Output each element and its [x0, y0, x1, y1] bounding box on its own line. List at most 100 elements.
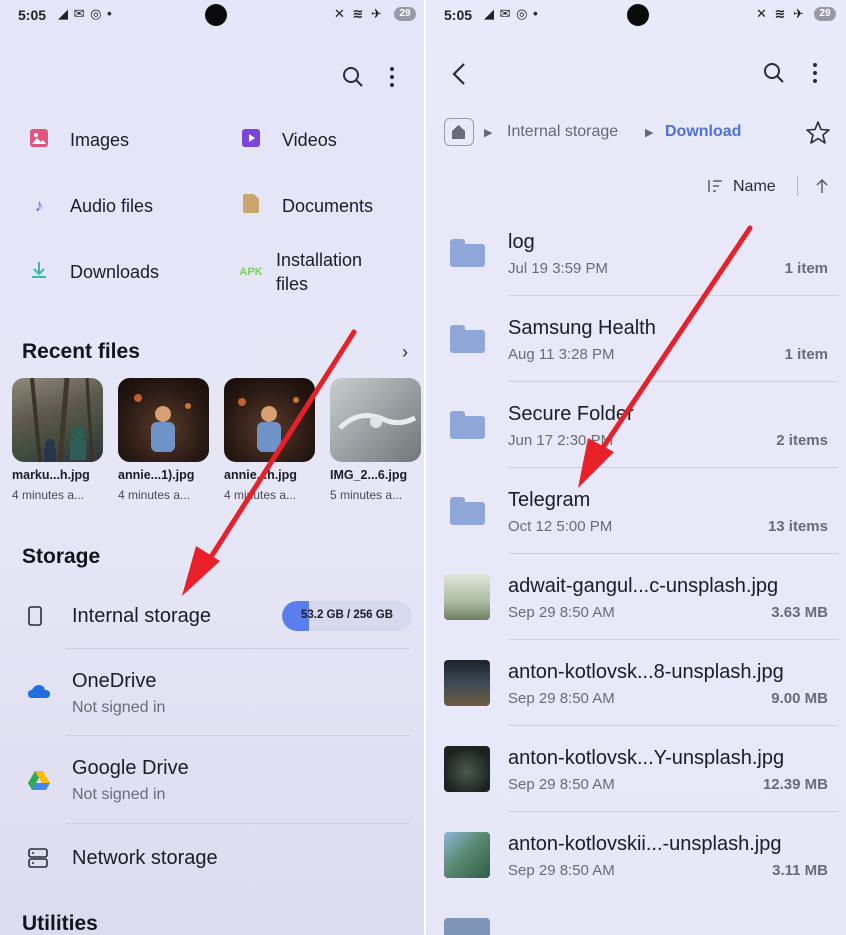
category-installation-files[interactable]: APK Installation files	[238, 244, 420, 300]
divider	[66, 735, 410, 736]
divider	[508, 811, 838, 812]
file-thumbnail-partial	[444, 918, 490, 935]
system-icons: ✕ ≋ ✈	[334, 6, 384, 21]
file-date: Sep 29 8:50 AM	[508, 690, 615, 707]
image-icon	[28, 128, 50, 152]
breadcrumb-separator-icon: ▶	[645, 127, 654, 139]
folder-name: Samsung Health	[508, 317, 656, 339]
search-icon[interactable]	[763, 62, 785, 88]
folder-date: Aug 11 3:28 PM	[508, 346, 615, 363]
folder-item-count: 2 items	[776, 432, 828, 449]
server-icon	[28, 848, 48, 873]
file-thumbnail	[444, 746, 490, 792]
folder-item-count: 1 item	[784, 260, 828, 277]
file-size: 12.39 MB	[762, 776, 828, 793]
video-icon	[240, 128, 262, 152]
folder-date: Oct 12 5:00 PM	[508, 518, 613, 535]
storage-subtitle: Not signed in	[72, 786, 166, 803]
more-options-icon[interactable]	[386, 66, 398, 92]
recent-thumbnail[interactable]	[224, 378, 315, 462]
storage-title: Storage	[22, 545, 101, 568]
storage-name: Internal storage	[72, 605, 211, 627]
recent-thumbnail[interactable]	[330, 378, 421, 462]
folder-date: Jun 17 2:30 PM	[508, 432, 614, 449]
breadcrumb-internal-storage[interactable]: Internal storage	[507, 123, 618, 141]
storage-google-drive[interactable]: Google Drive Not signed in	[0, 747, 424, 817]
system-icons: ✕ ≋ ✈	[756, 6, 806, 21]
recent-file-time: 4 minutes a...	[118, 488, 191, 502]
star-favorite-icon[interactable]	[806, 121, 830, 148]
google-drive-icon	[28, 771, 50, 795]
my-files-home-screen: 5:05 ◢ ✉ ◎ • ✕ ≋ ✈ 29 Images Videos ♪ Au…	[0, 0, 424, 935]
folder-row-telegram[interactable]: Telegram Oct 12 5:00 PM 13 items	[426, 480, 846, 564]
file-row[interactable]: adwait-gangul...c-unsplash.jpg Sep 29 8:…	[426, 566, 846, 650]
battery-icon: 29	[394, 7, 416, 21]
category-label: Downloads	[70, 261, 160, 282]
file-date: Sep 29 8:50 AM	[508, 604, 615, 621]
storage-name: OneDrive	[72, 670, 157, 692]
file-thumbnail	[444, 832, 490, 878]
file-name: anton-kotlovsk...Y-unsplash.jpg	[508, 747, 785, 769]
folder-row[interactable]: Secure Folder Jun 17 2:30 PM 2 items	[426, 394, 846, 478]
breadcrumb-download[interactable]: Download	[665, 123, 741, 141]
front-camera	[205, 4, 227, 26]
chevron-right-icon[interactable]: ›	[402, 342, 408, 362]
category-videos[interactable]: Videos	[240, 112, 420, 168]
category-label: Videos	[282, 129, 337, 150]
file-row[interactable]: anton-kotlovsk...Y-unsplash.jpg Sep 29 8…	[426, 738, 846, 822]
category-documents[interactable]: Documents	[240, 178, 420, 234]
recent-file-time: 5 minutes a...	[330, 488, 403, 502]
notification-icons: ◢ ✉ ◎ •	[484, 6, 539, 21]
file-row[interactable]: anton-kotlovskii...-unsplash.jpg Sep 29 …	[426, 824, 846, 908]
folder-icon	[450, 497, 485, 525]
folder-row[interactable]: Samsung Health Aug 11 3:28 PM 1 item	[426, 308, 846, 392]
category-downloads[interactable]: Downloads	[28, 244, 208, 300]
front-camera	[627, 4, 649, 26]
sort-direction-arrow-icon[interactable]	[816, 178, 828, 199]
status-bar: 5:05 ◢ ✉ ◎ • ✕ ≋ ✈ 29	[426, 0, 846, 30]
storage-network[interactable]: Network storage	[0, 834, 424, 884]
music-note-icon: ♪	[34, 196, 44, 215]
download-folder-screen: 5:05 ◢ ✉ ◎ • ✕ ≋ ✈ 29 ▶ Internal storage…	[426, 0, 846, 935]
divider	[66, 648, 410, 649]
home-icon[interactable]	[444, 118, 474, 146]
storage-name: Google Drive	[72, 757, 189, 779]
divider	[508, 553, 838, 554]
status-bar: 5:05 ◢ ✉ ◎ • ✕ ≋ ✈ 29	[0, 0, 424, 30]
file-name: adwait-gangul...c-unsplash.jpg	[508, 575, 779, 597]
sort-label[interactable]: Name	[733, 178, 776, 196]
divider	[508, 639, 838, 640]
file-date: Sep 29 8:50 AM	[508, 776, 615, 793]
file-size: 3.11 MB	[772, 862, 828, 879]
folder-date: Jul 19 3:59 PM	[508, 260, 609, 277]
status-time: 5:05	[18, 7, 47, 23]
category-label: Documents	[282, 195, 374, 216]
folder-item-count: 1 item	[784, 346, 828, 363]
storage-name: Network storage	[72, 847, 218, 869]
search-icon[interactable]	[342, 66, 364, 92]
file-thumbnail	[444, 660, 490, 706]
recent-thumbnail[interactable]	[118, 378, 209, 462]
back-arrow-icon[interactable]	[452, 62, 466, 87]
more-options-icon[interactable]	[809, 62, 821, 88]
file-date: Sep 29 8:50 AM	[508, 862, 615, 879]
recent-file-name: annie...h.jpg	[224, 468, 297, 482]
divider	[797, 176, 798, 196]
recent-file-time: 4 minutes a...	[12, 488, 85, 502]
file-name: anton-kotlovskii...-unsplash.jpg	[508, 833, 782, 855]
download-icon	[28, 261, 50, 284]
category-label: Installation files	[276, 250, 363, 294]
folder-icon	[450, 411, 485, 439]
folder-row[interactable]: log Jul 19 3:59 PM 1 item	[426, 222, 846, 306]
folder-name: log	[508, 231, 535, 253]
folder-item-count: 13 items	[767, 518, 828, 535]
category-audio[interactable]: ♪ Audio files	[28, 178, 208, 234]
recent-file-time: 4 minutes a...	[224, 488, 297, 502]
recent-files-title: Recent files	[22, 340, 140, 363]
file-row[interactable]: anton-kotlovsk...8-unsplash.jpg Sep 29 8…	[426, 652, 846, 736]
sort-options-icon[interactable]	[706, 178, 724, 199]
storage-onedrive[interactable]: OneDrive Not signed in	[0, 660, 424, 730]
recent-thumbnail[interactable]	[12, 378, 103, 462]
status-time: 5:05	[444, 7, 473, 23]
category-images[interactable]: Images	[28, 112, 208, 168]
